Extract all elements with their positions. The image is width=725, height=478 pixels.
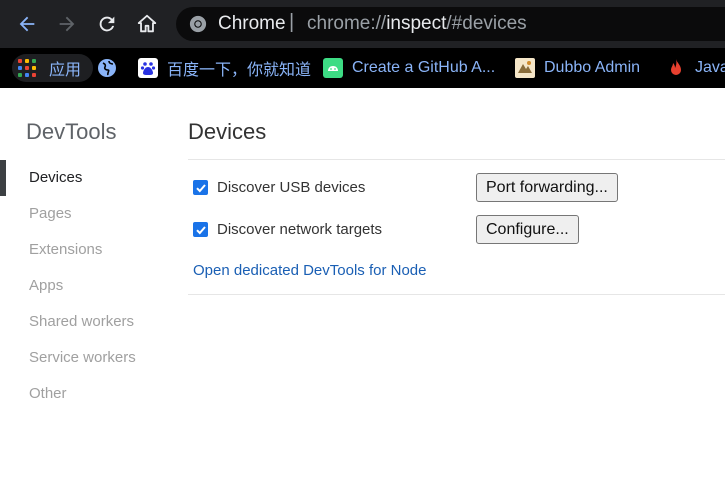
back-button[interactable] <box>15 12 39 36</box>
bookmark-java[interactable]: Java <box>666 54 725 82</box>
sidebar-item-extensions[interactable]: Extensions <box>0 232 170 268</box>
bookmark-label: 百度一下，你就知道 <box>167 62 312 79</box>
discover-network-checkbox[interactable] <box>193 222 208 237</box>
bookmark-apps[interactable]: 应用 <box>12 54 94 82</box>
url-path: /#devices <box>446 13 527 34</box>
bookmark-label: Create a GitHub A... <box>352 59 496 76</box>
apps-grid-icon <box>18 59 36 77</box>
address-bar[interactable]: Chrome | chrome://inspect/#devices <box>176 7 725 41</box>
sidebar-item-apps[interactable]: Apps <box>0 268 170 304</box>
chrome-icon <box>189 15 207 33</box>
bookmarks-bar: 应用 百度一下，你就知道 Create a GitHub A... Dubbo … <box>0 48 725 88</box>
checkmark-icon <box>195 183 206 192</box>
discover-network-label: Discover network targets <box>217 221 383 238</box>
reload-icon <box>99 16 115 32</box>
arrow-left-icon <box>19 16 35 32</box>
bookmark-dubbo[interactable]: Dubbo Admin <box>515 54 640 82</box>
url-text[interactable]: chrome://inspect/#devices <box>307 13 527 35</box>
sidebar-title: DevTools <box>26 119 117 144</box>
bookmark-baidu[interactable]: 百度一下，你就知道 <box>138 54 311 82</box>
discover-usb-option[interactable]: Discover USB devices <box>193 179 365 196</box>
bookmark-github[interactable]: Create a GitHub A... <box>323 54 495 82</box>
bookmark-label: Dubbo Admin <box>544 59 641 76</box>
bookmark-label: Java <box>695 59 725 76</box>
checkmark-icon <box>195 225 206 234</box>
sidebar-nav: Devices Pages Extensions Apps Shared wor… <box>0 160 170 412</box>
bookmark-globe[interactable] <box>97 54 126 82</box>
sidebar-item-service-workers[interactable]: Service workers <box>0 340 170 376</box>
site-label: Chrome <box>218 13 286 34</box>
open-node-devtools-link[interactable]: Open dedicated DevTools for Node <box>193 262 426 279</box>
home-button[interactable] <box>135 12 159 36</box>
divider <box>188 159 725 160</box>
home-icon <box>137 14 157 33</box>
browser-toolbar: Chrome | chrome://inspect/#devices <box>0 0 725 48</box>
omnibox-separator: | <box>289 11 295 33</box>
discover-usb-label: Discover USB devices <box>217 179 366 196</box>
port-forwarding-button[interactable]: Port forwarding... <box>476 173 618 202</box>
android-icon <box>323 58 343 78</box>
url-host: inspect <box>386 13 447 34</box>
flame-icon <box>671 59 681 75</box>
globe-icon <box>98 59 116 77</box>
baidu-paw-icon <box>138 58 158 78</box>
sidebar-item-other[interactable]: Other <box>0 376 170 412</box>
sidebar-item-shared-workers[interactable]: Shared workers <box>0 304 170 340</box>
configure-button[interactable]: Configure... <box>476 215 579 244</box>
sidebar-item-devices[interactable]: Devices <box>0 160 170 196</box>
inspect-page: DevTools Devices Pages Extensions Apps S… <box>0 88 725 478</box>
forward-button[interactable] <box>55 12 79 36</box>
divider <box>188 294 725 295</box>
discover-usb-checkbox[interactable] <box>193 180 208 195</box>
arrow-right-icon <box>59 16 75 32</box>
url-scheme: chrome:// <box>307 13 387 34</box>
reload-button[interactable] <box>95 12 119 36</box>
discover-network-option[interactable]: Discover network targets <box>193 221 382 238</box>
sidebar-item-pages[interactable]: Pages <box>0 196 170 232</box>
bookmark-label: 应用 <box>49 62 82 79</box>
dubbo-icon <box>515 58 535 78</box>
page-title: Devices <box>188 119 267 144</box>
